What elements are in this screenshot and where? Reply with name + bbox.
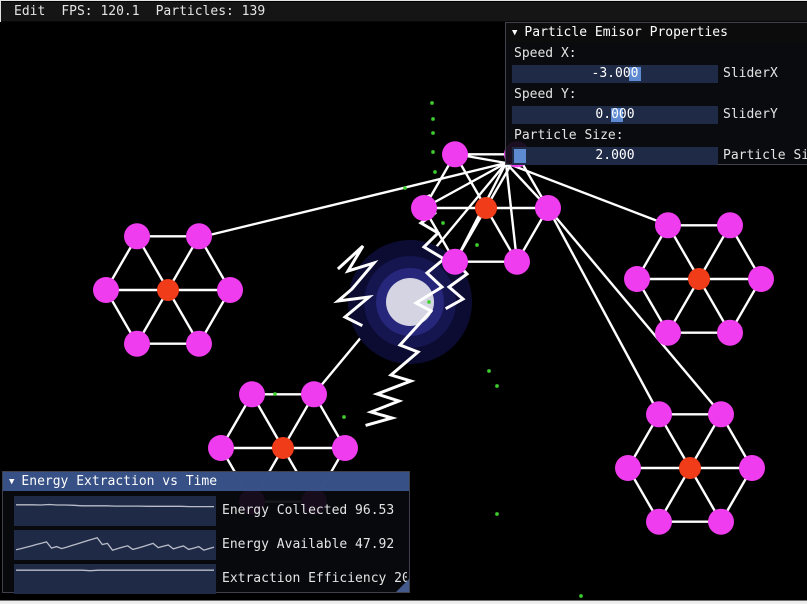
emitter-panel-titlebar[interactable]: ▼ Particle Emisor Properties	[506, 23, 807, 42]
energy-available-plot[interactable]	[14, 530, 216, 560]
window-frame-left	[0, 0, 1, 22]
speed-x-value: -3.000	[591, 66, 639, 81]
energy-collected-label: Energy Collected 96.53	[222, 503, 395, 518]
window-frame-top	[0, 0, 807, 1]
energy-extraction-panel: ▼ Energy Extraction vs Time Energy Colle…	[2, 471, 410, 594]
energy-available-label: Energy Available 47.92	[222, 537, 395, 552]
window-frame-bottom	[0, 600, 807, 604]
plot-row-extraction-efficiency: Extraction Efficiency 201.4	[14, 564, 409, 594]
plot-row-energy-collected: Energy Collected 96.53	[14, 496, 409, 526]
collapse-arrow-icon[interactable]: ▼	[9, 477, 14, 487]
speed-x-slider-name: SliderX	[723, 66, 778, 81]
speed-x-slider[interactable]: -3.000	[512, 65, 718, 83]
emitter-panel-title: Particle Emisor Properties	[524, 25, 728, 40]
menu-bar: Edit FPS: 120.1 Particles: 139	[1, 2, 807, 22]
speed-y-slider-name: SliderY	[723, 107, 778, 122]
app-window: Edit FPS: 120.1 Particles: 139 ▼ Particl…	[0, 0, 807, 604]
energy-collected-plot[interactable]	[14, 496, 216, 526]
speed-y-label: Speed Y:	[514, 87, 577, 102]
particle-size-value: 2.000	[595, 148, 635, 163]
particle-size-label: Particle Size:	[514, 128, 624, 143]
plot-row-energy-available: Energy Available 47.92	[14, 530, 409, 560]
energy-panel-titlebar[interactable]: ▼ Energy Extraction vs Time	[3, 472, 409, 491]
extraction-efficiency-label: Extraction Efficiency 201.4	[222, 571, 407, 586]
resize-grip[interactable]	[396, 579, 409, 592]
collapse-arrow-icon[interactable]: ▼	[512, 28, 517, 38]
menu-status-fps: FPS: 120.1	[61, 4, 140, 19]
menu-item-edit[interactable]: Edit	[6, 4, 53, 19]
speed-y-slider[interactable]: 0.000	[512, 106, 718, 124]
speed-x-label: Speed X:	[514, 46, 577, 61]
particle-emitter-panel: ▼ Particle Emisor Properties Speed X: -3…	[505, 22, 807, 165]
particle-size-slider[interactable]: 2.000	[512, 147, 718, 165]
particle-size-slider-name: Particle Siz	[723, 148, 807, 163]
menu-status-particles: Particles: 139	[155, 4, 266, 19]
energy-panel-title: Energy Extraction vs Time	[21, 474, 218, 489]
speed-y-value: 0.000	[595, 107, 635, 122]
extraction-efficiency-plot[interactable]	[14, 564, 216, 594]
